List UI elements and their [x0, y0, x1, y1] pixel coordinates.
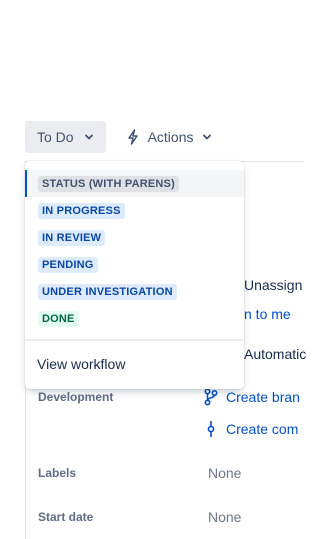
branch-icon: [204, 388, 218, 406]
start-date-label: Start date: [38, 510, 94, 524]
status-label: To Do: [37, 129, 74, 145]
chevron-down-icon: [202, 134, 211, 140]
status-option[interactable]: IN PROGRESS: [25, 197, 244, 224]
menu-divider: [25, 339, 244, 341]
create-commit-label: Create com: [226, 421, 299, 437]
view-workflow-link[interactable]: View workflow: [37, 356, 125, 372]
issue-toolbar: To Do Actions: [25, 121, 212, 153]
status-lozenge: PENDING: [38, 256, 98, 273]
actions-label: Actions: [147, 129, 194, 145]
status-option[interactable]: PENDING: [25, 251, 244, 278]
status-lozenge: STATUS (WITH PARENS): [38, 175, 179, 192]
status-lozenge: IN REVIEW: [38, 229, 106, 246]
automation-value: Automatic: [244, 346, 307, 362]
labels-label: Labels: [38, 466, 77, 480]
chevron-down-icon: [84, 134, 93, 140]
assignee-value: Unassign: [244, 277, 303, 293]
status-dropdown-menu: STATUS (WITH PARENS) IN PROGRESS IN REVI…: [25, 161, 244, 389]
status-dropdown-button[interactable]: To Do: [25, 121, 106, 153]
commit-icon: [207, 421, 215, 437]
status-option[interactable]: UNDER INVESTIGATION: [25, 278, 244, 305]
status-option[interactable]: DONE: [25, 305, 244, 332]
status-lozenge: DONE: [38, 310, 79, 327]
actions-button[interactable]: Actions: [126, 121, 212, 153]
create-branch-label: Create bran: [226, 389, 300, 405]
status-option[interactable]: IN REVIEW: [25, 224, 244, 251]
create-branch-link[interactable]: Create bran: [204, 388, 300, 406]
status-lozenge: UNDER INVESTIGATION: [38, 283, 177, 300]
start-date-value[interactable]: None: [208, 509, 241, 525]
create-commit-link[interactable]: Create com: [204, 420, 298, 438]
assign-to-me-link[interactable]: n to me: [244, 306, 291, 322]
lightning-icon: [127, 129, 138, 145]
labels-value[interactable]: None: [208, 465, 241, 481]
development-label: Development: [38, 390, 114, 404]
status-option[interactable]: STATUS (WITH PARENS): [25, 170, 244, 197]
status-lozenge: IN PROGRESS: [38, 202, 125, 219]
